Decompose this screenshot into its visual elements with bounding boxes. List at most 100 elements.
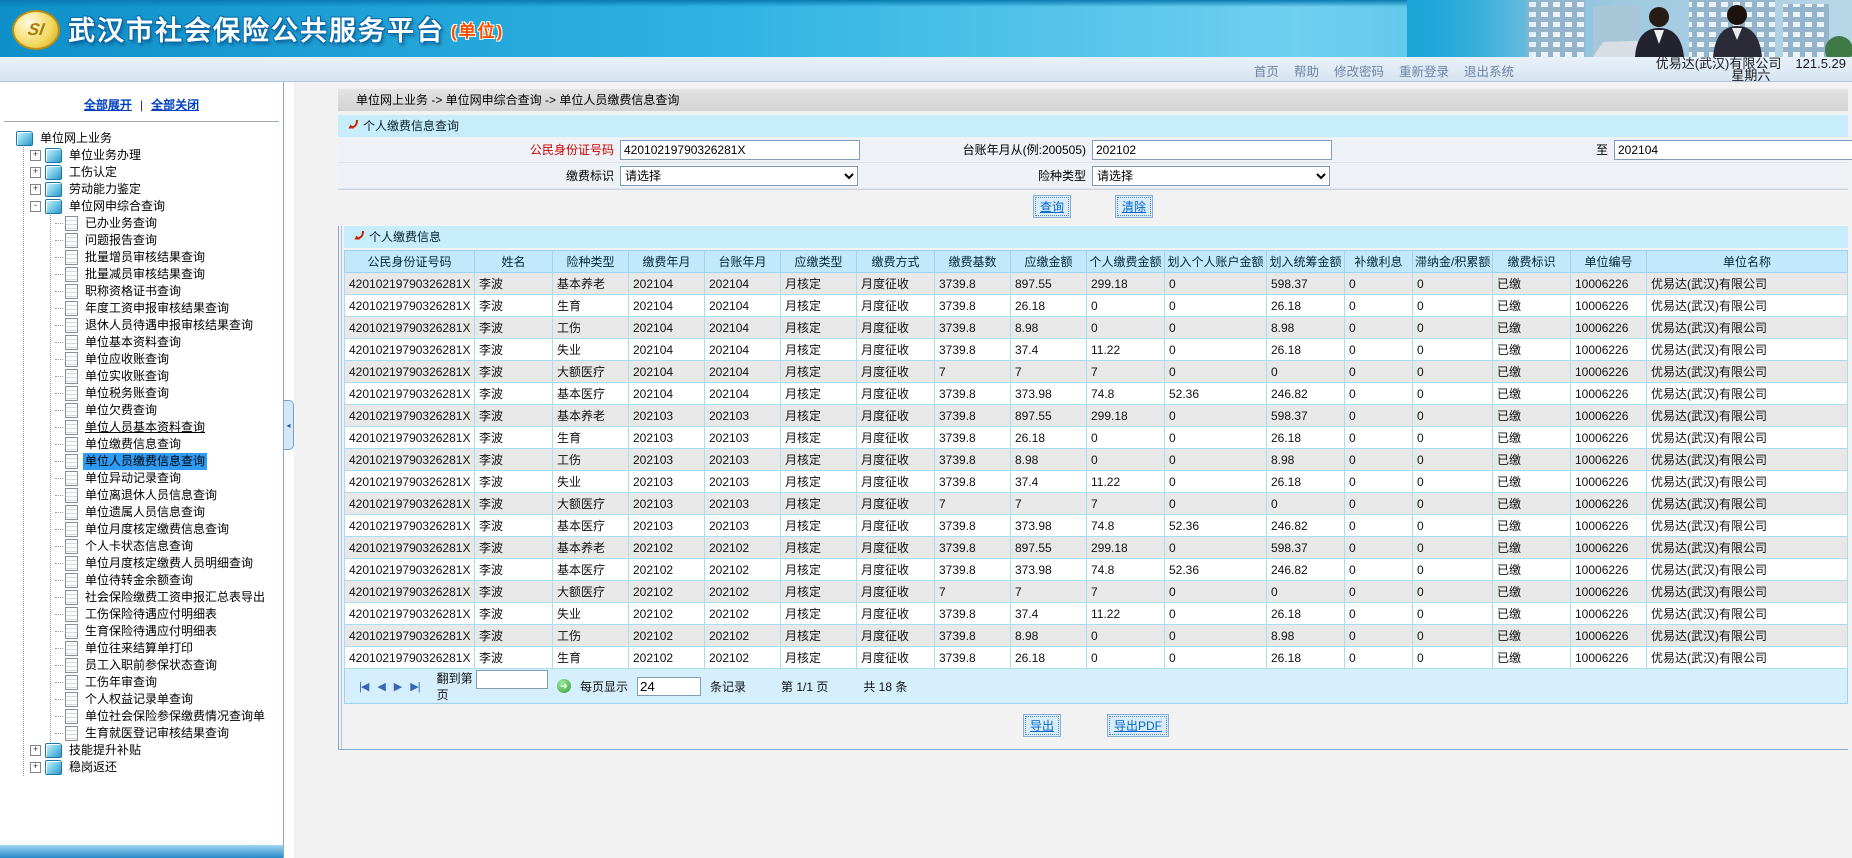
expand-all-link[interactable]: 全部展开 <box>84 98 132 112</box>
sidebar-branch-item[interactable]: 劳动能力鉴定 <box>67 181 143 198</box>
period-from-label: 台账年月从(例:200505) <box>962 143 1086 157</box>
sidebar-item[interactable]: 单位实收账查询 <box>83 368 171 385</box>
expand-node-icon[interactable]: + <box>30 184 41 195</box>
insurance-type-select[interactable]: 请选择 <box>1092 165 1330 186</box>
sidebar-item[interactable]: 单位月度核定缴费人员明细查询 <box>83 555 255 572</box>
prev-page-icon[interactable]: ◀ <box>377 680 386 693</box>
sidebar-branch-item[interactable]: 工伤认定 <box>67 164 119 181</box>
next-page-icon[interactable]: ▶ <box>394 680 403 693</box>
sidebar-item[interactable]: 单位人员基本资料查询 <box>83 419 207 436</box>
table-cell: 11.22 <box>1086 602 1165 625</box>
sidebar-item[interactable]: 批量减员审核结果查询 <box>83 266 207 283</box>
column-header: 缴费基数 <box>934 250 1011 273</box>
table-cell: 月度征收 <box>856 382 935 405</box>
sidebar-item[interactable]: 单位缴费信息查询 <box>83 436 183 453</box>
sidebar-branch-item[interactable]: 单位业务办理 <box>67 147 143 164</box>
sidebar-item[interactable]: 员工入职前参保状态查询 <box>83 657 219 674</box>
sidebar-splitter[interactable]: ◂ <box>284 82 294 858</box>
sidebar-item[interactable]: 工伤年审查询 <box>83 674 159 691</box>
sidebar-item[interactable]: 生育就医登记审核结果查询 <box>83 725 231 742</box>
sidebar-item[interactable]: 已办业务查询 <box>83 215 159 232</box>
table-cell: 3739.8 <box>934 558 1011 581</box>
sidebar-item[interactable]: 单位离退休人员信息查询 <box>83 487 219 504</box>
clear-button[interactable]: 清除 <box>1115 194 1154 218</box>
sidebar-item[interactable]: 单位人员缴费信息查询 <box>83 453 208 470</box>
expand-node-icon[interactable]: + <box>30 167 41 178</box>
period-from-input[interactable] <box>1092 139 1332 160</box>
table-cell: 0 <box>1412 558 1493 581</box>
company-info: 优易达(武汉)有限公司 121.5.29 星期六 <box>1656 57 1846 81</box>
table-cell: 李波 <box>474 382 553 405</box>
sidebar-item[interactable]: 个人权益记录单查询 <box>83 691 195 708</box>
sidebar-item[interactable]: 批量增员审核结果查询 <box>83 249 207 266</box>
export-pdf-button[interactable]: 导出PDF <box>1107 714 1170 737</box>
table-cell: 8.98 <box>1266 316 1345 339</box>
pay-flag-select[interactable]: 请选择 <box>620 165 858 186</box>
expand-node-icon[interactable]: + <box>30 745 41 756</box>
sidebar-item[interactable]: 单位异动记录查询 <box>83 470 183 487</box>
table-cell: 3739.8 <box>934 404 1011 427</box>
table-cell: 月度征收 <box>856 492 935 515</box>
collapse-all-link[interactable]: 全部关闭 <box>151 98 199 112</box>
period-to-input[interactable] <box>1614 139 1852 160</box>
table-cell: 李波 <box>474 602 553 625</box>
table-cell: 202104 <box>704 382 781 405</box>
table-cell: 月度征收 <box>856 404 935 427</box>
nav-help[interactable]: 帮助 <box>1294 65 1319 79</box>
table-cell: 已缴 <box>1492 338 1571 361</box>
sidebar-item[interactable]: 退休人员待遇申报审核结果查询 <box>83 317 255 334</box>
goto-page-input[interactable] <box>475 670 548 689</box>
sidebar-item[interactable]: 单位月度核定缴费信息查询 <box>83 521 231 538</box>
query-button[interactable]: 查询 <box>1032 194 1071 218</box>
nav-logout[interactable]: 退出系统 <box>1464 65 1514 79</box>
sidebar-item[interactable]: 年度工资申报审核结果查询 <box>83 300 231 317</box>
document-icon <box>65 709 78 724</box>
table-cell: 202104 <box>704 294 781 317</box>
sidebar-item[interactable]: 职称资格证书查询 <box>83 283 183 300</box>
column-header: 缴费年月 <box>628 250 705 273</box>
sidebar-item[interactable]: 生育保险待遇应付明细表 <box>83 623 219 640</box>
nav-change-password[interactable]: 修改密码 <box>1334 65 1384 79</box>
last-page-icon[interactable]: ▶| <box>410 680 420 693</box>
sidebar-branch-item[interactable]: 单位网申综合查询 <box>67 198 167 215</box>
table-cell: 3739.8 <box>934 272 1011 295</box>
sidebar-item[interactable]: 单位遗属人员信息查询 <box>83 504 207 521</box>
table-cell: 大额医疗 <box>552 580 629 603</box>
table-cell: 0 <box>1412 338 1493 361</box>
table-cell: 42010219790326281X <box>344 624 475 647</box>
sidebar-item[interactable]: 单位欠费查询 <box>83 402 159 419</box>
document-icon <box>65 301 78 316</box>
go-page-icon[interactable]: ➜ <box>556 679 571 693</box>
sidebar-item[interactable]: 单位税务账查询 <box>83 385 171 402</box>
table-cell: 基本养老 <box>552 404 629 427</box>
nav-home[interactable]: 首页 <box>1254 65 1279 79</box>
sidebar-item[interactable]: 单位基本资料查询 <box>83 334 183 351</box>
sidebar-item[interactable]: 单位应收账查询 <box>83 351 171 368</box>
sidebar-item[interactable]: 单位往来结算单打印 <box>83 640 195 657</box>
table-cell: 0 <box>1344 360 1413 383</box>
sidebar-item[interactable]: 问题报告查询 <box>83 232 159 249</box>
collapse-sidebar-handle[interactable]: ◂ <box>284 400 294 450</box>
sidebar-item[interactable]: 工伤保险待遇应付明细表 <box>83 606 219 623</box>
table-cell: 10006226 <box>1570 536 1647 559</box>
nav-relogin[interactable]: 重新登录 <box>1399 65 1449 79</box>
id-number-input[interactable] <box>620 139 860 160</box>
sidebar-item[interactable]: 单位社会保险参保缴费情况查询单 <box>83 708 267 725</box>
table-cell: 李波 <box>474 470 553 493</box>
expand-node-icon[interactable]: + <box>30 150 41 161</box>
first-page-icon[interactable]: |◀ <box>359 680 369 693</box>
table-cell: 优易达(武汉)有限公司 <box>1646 580 1848 603</box>
table-cell: 202103 <box>704 492 781 515</box>
table-cell: 已缴 <box>1492 624 1571 647</box>
expand-node-icon[interactable]: + <box>30 762 41 773</box>
sidebar-branch-item[interactable]: 技能提升补贴 <box>67 742 143 759</box>
per-page-input[interactable] <box>636 676 701 696</box>
sidebar-item[interactable]: 单位待转金余额查询 <box>83 572 195 589</box>
export-button[interactable]: 导出 <box>1022 714 1061 737</box>
sidebar-item[interactable]: 社会保险缴费工资申报汇总表导出 <box>83 589 267 606</box>
sidebar-branch-item[interactable]: 稳岗返还 <box>67 759 119 776</box>
sidebar-root-item[interactable]: 单位网上业务 <box>38 130 114 147</box>
sidebar-item[interactable]: 个人卡状态信息查询 <box>83 538 195 555</box>
collapse-node-icon[interactable]: - <box>30 201 41 212</box>
table-cell: 李波 <box>474 360 553 383</box>
